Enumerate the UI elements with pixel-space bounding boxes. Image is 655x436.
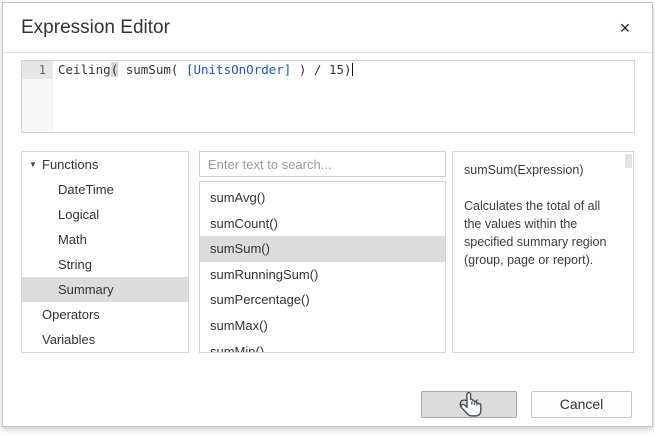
code-segment-plain: Ceiling	[58, 62, 111, 77]
tree-item-math[interactable]: Math	[22, 227, 188, 252]
tree-item-label: String	[22, 252, 188, 277]
expression-code-editor[interactable]: 1 Ceiling( sumSum( [UnitsOnOrder] ) / 15…	[21, 60, 635, 133]
function-list-item[interactable]: sumMax()	[200, 313, 445, 339]
code-segment-field: [UnitsOnOrder]	[186, 62, 291, 77]
cancel-button[interactable]: Cancel	[531, 391, 632, 418]
tree-item-string[interactable]: String	[22, 252, 188, 277]
expression-editor-dialog: Expression Editor × 1 Ceiling( sumSum( […	[2, 2, 653, 427]
tree-item-variables[interactable]: Variables	[22, 327, 188, 352]
tree-item-logical[interactable]: Logical	[22, 202, 188, 227]
expression-code-line[interactable]: Ceiling( sumSum( [UnitsOnOrder] ) / 15)	[53, 61, 634, 79]
dialog-title: Expression Editor	[21, 3, 170, 52]
function-list-item[interactable]: sumPercentage()	[200, 287, 445, 313]
function-list-item[interactable]: sumMin()	[200, 339, 445, 353]
tree-item-label: Variables	[22, 327, 188, 352]
tree-item-label: Math	[22, 227, 188, 252]
tree-item-label: Logical	[22, 202, 188, 227]
function-description: Calculates the total of all the values w…	[464, 197, 621, 269]
function-signature: sumSum(Expression)	[464, 161, 621, 179]
search-input[interactable]	[199, 151, 446, 177]
code-segment-plain: sumSum(	[118, 62, 186, 77]
function-list: sumAvg()sumCount()sumSum()sumRunningSum(…	[199, 181, 446, 353]
dialog-titlebar: Expression Editor ×	[3, 3, 652, 53]
tree-item-summary[interactable]: Summary	[22, 277, 188, 302]
text-caret	[352, 63, 353, 76]
ok-button[interactable]: OK	[421, 391, 517, 418]
tree-item-label: Operators	[22, 302, 188, 327]
tree-item-operators[interactable]: Operators	[22, 302, 188, 327]
close-icon[interactable]: ×	[612, 15, 638, 41]
line-number: 1	[22, 61, 52, 79]
function-list-item[interactable]: sumSum()	[200, 236, 445, 262]
tree-item-functions[interactable]: ▼Functions	[22, 152, 188, 177]
line-number-gutter: 1	[22, 61, 53, 132]
chevron-expanded-icon[interactable]: ▼	[29, 152, 37, 177]
description-panel: sumSum(Expression) Calculates the total …	[452, 151, 634, 353]
function-list-item[interactable]: sumRunningSum()	[200, 262, 445, 288]
code-segment-plain: ) / 15)	[291, 62, 351, 77]
tree-item-label: Summary	[22, 277, 188, 302]
function-list-item[interactable]: sumAvg()	[200, 185, 445, 211]
tree-item-label: Functions	[22, 152, 188, 177]
tree-item-datetime[interactable]: DateTime	[22, 177, 188, 202]
function-list-item[interactable]: sumCount()	[200, 211, 445, 237]
tree-item-label: DateTime	[22, 177, 188, 202]
category-tree: ▼FunctionsDateTimeLogicalMathStringSumma…	[21, 151, 189, 353]
scrollbar-thumb[interactable]	[625, 154, 632, 168]
